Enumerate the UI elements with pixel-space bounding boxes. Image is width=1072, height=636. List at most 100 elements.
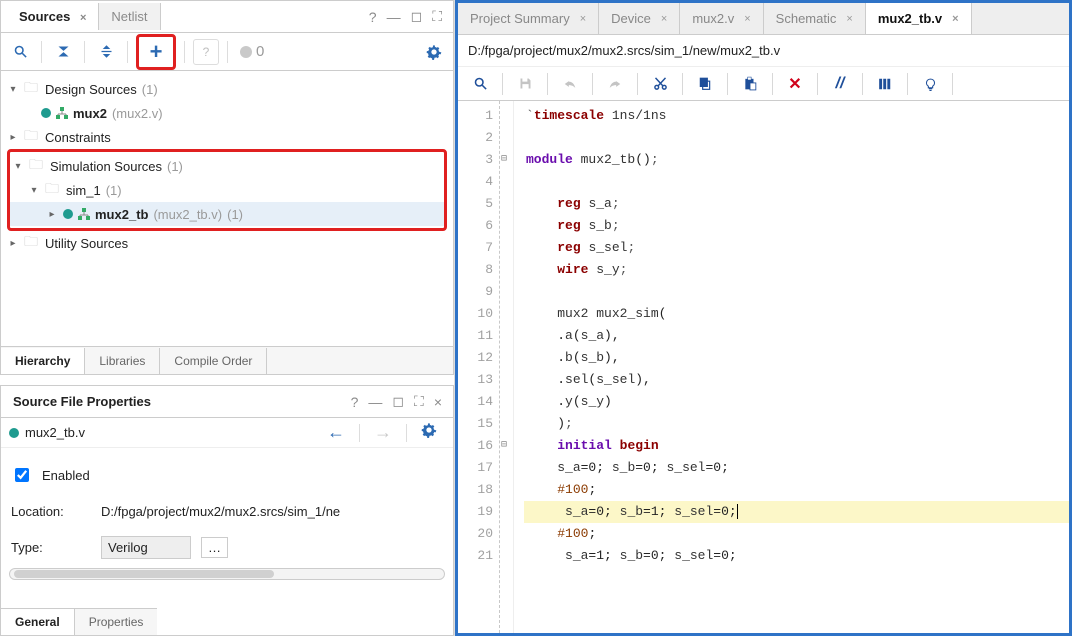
code-line[interactable]: s_a=0; s_b=0; s_sel=0;: [524, 457, 1069, 479]
chevron-down-icon[interactable]: ▾: [28, 185, 40, 196]
tab-general[interactable]: General: [1, 608, 75, 635]
fold-column[interactable]: ⊟⊟: [500, 101, 514, 633]
sfp-location-row: Location: D:/fpga/project/mux2/mux2.srcs…: [1, 496, 453, 526]
code-line[interactable]: [524, 171, 1069, 193]
code-editor[interactable]: 123456789101112131415161718192021 ⊟⊟ `ti…: [458, 101, 1069, 633]
folder-icon: 🗀: [24, 231, 40, 255]
tree-mux2[interactable]: mux2 (mux2.v): [5, 101, 449, 125]
tab-label: Schematic: [776, 11, 837, 26]
chevron-right-icon[interactable]: ▸: [46, 209, 58, 220]
code-line[interactable]: s_a=0; s_b=1; s_sel=0;: [524, 501, 1069, 523]
chevron-right-icon[interactable]: ▸: [7, 132, 19, 143]
code-line[interactable]: );: [524, 413, 1069, 435]
tree-count: (1): [142, 82, 158, 97]
close-icon[interactable]: ×: [580, 13, 586, 25]
code-line[interactable]: `timescale 1ns/1ns: [524, 105, 1069, 127]
minimize-icon[interactable]: —: [363, 391, 387, 413]
code-line[interactable]: wire s_y;: [524, 259, 1069, 281]
code-line[interactable]: s_a=1; s_b=0; s_sel=0;: [524, 545, 1069, 567]
tab-libraries[interactable]: Libraries: [85, 348, 160, 374]
gear-icon[interactable]: [421, 39, 447, 65]
code-line[interactable]: .y(s_y): [524, 391, 1069, 413]
sfp-bottom-tabs: General Properties: [1, 607, 453, 635]
maximize-icon[interactable]: ⛶: [427, 5, 447, 28]
code-line[interactable]: module mux2_tb();: [524, 149, 1069, 171]
type-more-button[interactable]: …: [201, 537, 228, 558]
editor-toolbar: ✕ //: [458, 67, 1069, 101]
delete-icon[interactable]: ✕: [781, 71, 809, 97]
code-area[interactable]: `timescale 1ns/1ns module mux2_tb(); reg …: [514, 101, 1069, 633]
close-icon[interactable]: ×: [661, 13, 667, 25]
code-line[interactable]: mux2 mux2_sim(: [524, 303, 1069, 325]
code-line[interactable]: .sel(s_sel),: [524, 369, 1069, 391]
chevron-down-icon[interactable]: ▾: [12, 161, 24, 172]
close-icon[interactable]: ×: [429, 391, 447, 413]
restore-icon[interactable]: ◻: [387, 390, 409, 413]
chevron-right-icon[interactable]: ▸: [7, 238, 19, 249]
close-icon[interactable]: ×: [952, 13, 958, 25]
chevron-down-icon[interactable]: ▾: [7, 84, 19, 95]
close-icon[interactable]: ×: [80, 12, 86, 24]
tree-constraints[interactable]: ▸ 🗀 Constraints: [5, 125, 449, 149]
type-value[interactable]: Verilog: [101, 536, 191, 559]
tab-sources-label: Sources: [19, 9, 70, 24]
tab-schematic[interactable]: Schematic ×: [764, 3, 866, 34]
code-line[interactable]: initial begin: [524, 435, 1069, 457]
columns-icon[interactable]: [871, 71, 899, 97]
scroll-thumb[interactable]: [14, 570, 274, 578]
code-line[interactable]: reg s_sel;: [524, 237, 1069, 259]
help-icon[interactable]: ?: [364, 6, 382, 28]
tab-properties[interactable]: Properties: [75, 608, 158, 635]
code-line[interactable]: reg s_b;: [524, 215, 1069, 237]
minimize-icon[interactable]: —: [382, 6, 406, 28]
tab-netlist[interactable]: Netlist: [99, 3, 160, 30]
code-line[interactable]: reg s_a;: [524, 193, 1069, 215]
module-dot-icon: [63, 209, 73, 219]
next-icon[interactable]: →: [366, 422, 400, 443]
tab-mux2-v[interactable]: mux2.v×: [680, 3, 763, 34]
code-line[interactable]: #100;: [524, 523, 1069, 545]
code-line[interactable]: #100;: [524, 479, 1069, 501]
tab-mux2-tb-v[interactable]: mux2_tb.v×: [866, 3, 972, 34]
undo-icon[interactable]: [556, 71, 584, 97]
expand-icon[interactable]: [93, 39, 119, 65]
search-icon[interactable]: [7, 39, 33, 65]
changes-icon[interactable]: 0: [236, 39, 268, 65]
prev-icon[interactable]: ←: [319, 422, 353, 443]
code-line[interactable]: [524, 127, 1069, 149]
redo-icon[interactable]: [601, 71, 629, 97]
unknown-toolbar-icon[interactable]: ?: [193, 39, 219, 65]
help-icon[interactable]: ?: [346, 391, 364, 413]
tab-project-summary[interactable]: Project Summary×: [458, 3, 599, 34]
bulb-icon[interactable]: [916, 71, 944, 97]
tree-design-sources[interactable]: ▾ 🗀 Design Sources (1): [5, 77, 449, 101]
collapse-all-icon[interactable]: [50, 39, 76, 65]
tab-compile-order[interactable]: Compile Order: [160, 348, 267, 374]
maximize-icon[interactable]: ⛶: [409, 390, 429, 413]
close-icon[interactable]: ×: [744, 13, 750, 25]
tree-mux2-tb[interactable]: ▸ mux2_tb (mux2_tb.v) (1): [10, 202, 444, 226]
comment-icon[interactable]: //: [826, 71, 854, 97]
code-line[interactable]: .b(s_b),: [524, 347, 1069, 369]
tree-utility-sources[interactable]: ▸ 🗀 Utility Sources: [5, 231, 449, 255]
tree-sim-1[interactable]: ▾ 🗀 sim_1 (1): [10, 178, 444, 202]
restore-icon[interactable]: ◻: [406, 5, 428, 28]
add-source-icon[interactable]: +: [143, 39, 169, 65]
code-line[interactable]: [524, 281, 1069, 303]
sfp-header: Source File Properties ? — ◻ ⛶ ×: [1, 386, 453, 418]
folder-icon: 🗀: [45, 178, 61, 202]
tab-device[interactable]: Device×: [599, 3, 680, 34]
paste-icon[interactable]: [736, 71, 764, 97]
gear-icon[interactable]: [413, 422, 445, 443]
close-icon[interactable]: ×: [846, 13, 852, 25]
cut-icon[interactable]: [646, 71, 674, 97]
tab-hierarchy[interactable]: Hierarchy: [1, 348, 85, 374]
save-icon[interactable]: [511, 71, 539, 97]
horizontal-scrollbar[interactable]: [9, 568, 445, 580]
tab-sources[interactable]: Sources ×: [7, 3, 99, 30]
copy-icon[interactable]: [691, 71, 719, 97]
code-line[interactable]: .a(s_a),: [524, 325, 1069, 347]
search-icon[interactable]: [466, 71, 494, 97]
tree-simulation-sources[interactable]: ▾ 🗀 Simulation Sources (1): [10, 154, 444, 178]
enabled-checkbox[interactable]: [15, 468, 29, 482]
